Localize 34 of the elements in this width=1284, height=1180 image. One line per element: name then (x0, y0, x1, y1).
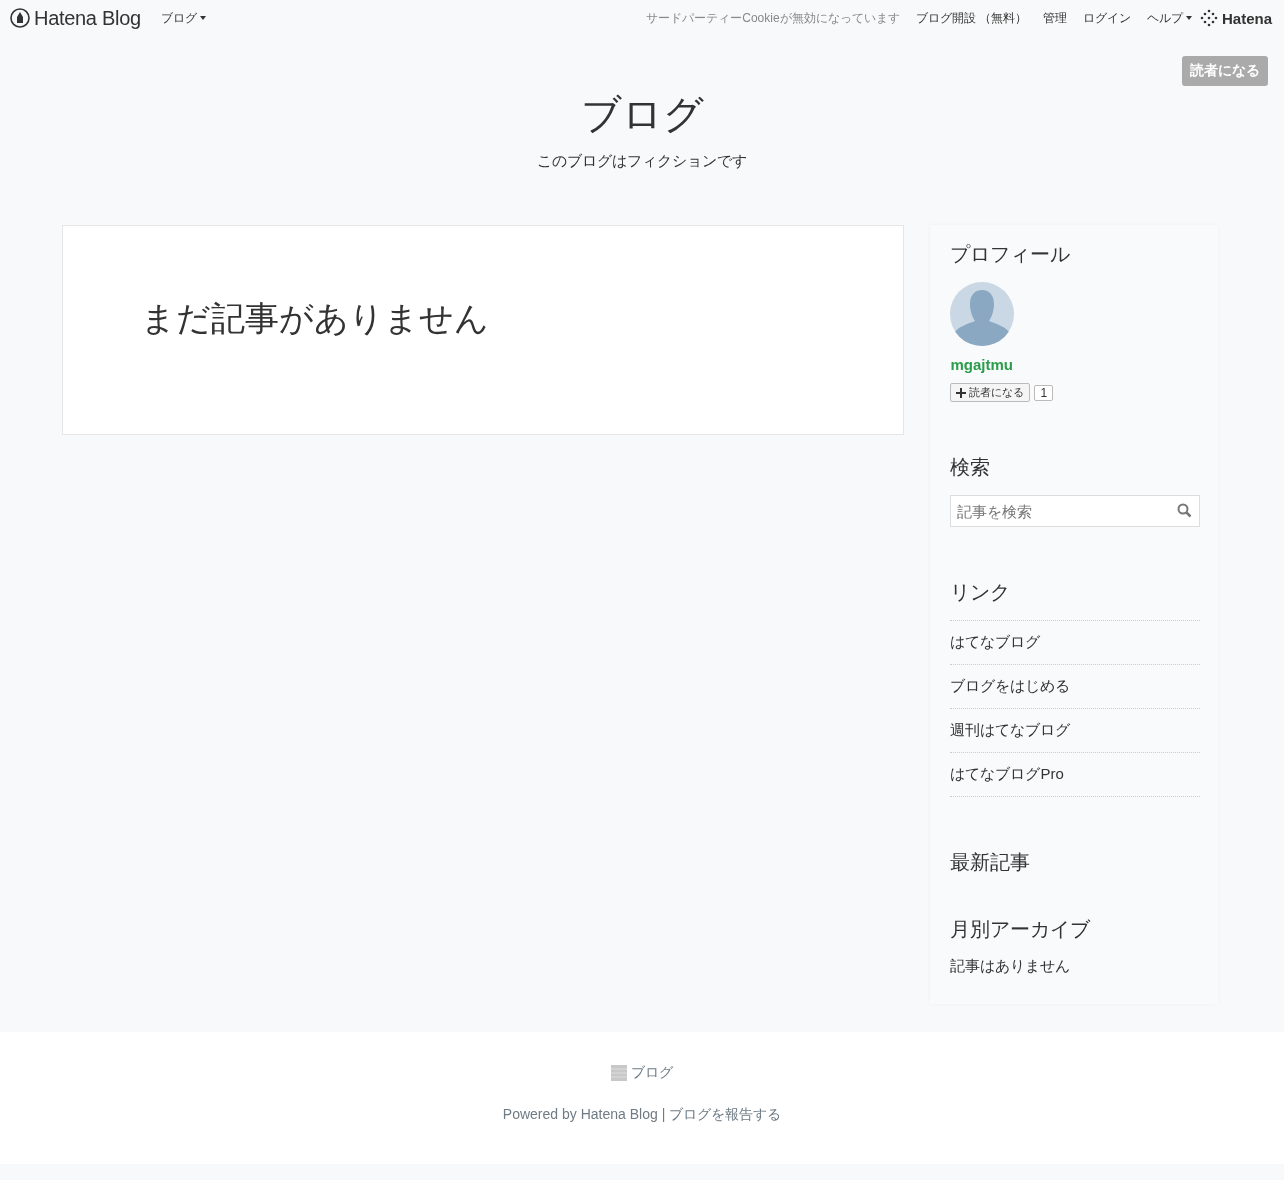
hatena-blog-link[interactable]: Hatena Blog (580, 1106, 658, 1122)
hatena-blog-logo[interactable]: Hatena Blog (10, 6, 141, 30)
blog-menu[interactable]: ブログ (160, 9, 206, 27)
subscriber-count: 1 (1034, 384, 1054, 401)
sidebar-link[interactable]: ブログをはじめる (950, 665, 1200, 709)
footer-blog-link[interactable]: ブログ (611, 1064, 673, 1082)
caret-icon (199, 16, 206, 20)
subscribe-button[interactable]: 読者になる (950, 383, 1031, 402)
widget-heading: 月別アーカイブ (950, 917, 1092, 942)
empty-message: まだ記事がありません (141, 298, 490, 339)
widget-heading: 最新記事 (950, 850, 1032, 875)
archive-empty-text: 記事はありません (950, 957, 1072, 976)
sidebar-link[interactable]: はてなブログPro (950, 753, 1200, 797)
blog-title: ブログ (579, 91, 705, 138)
hatena-logo[interactable]: Hatena (1199, 9, 1272, 27)
pen-nib-icon (10, 8, 30, 28)
widget-heading: 検索 (950, 455, 992, 480)
search-field[interactable]: 記事を検索 (950, 495, 1200, 527)
plus-icon (956, 387, 967, 398)
widget-heading: プロフィール (950, 242, 1072, 267)
dots-icon (1199, 9, 1218, 27)
footer-text: Powered by Hatena Blog | ブログを報告する (501, 1106, 783, 1124)
caret-icon (1185, 16, 1192, 20)
widget-heading: リンク (950, 580, 1012, 605)
help-menu[interactable]: ヘルプ (1146, 9, 1192, 27)
nav-link[interactable]: ログイン (1082, 10, 1131, 25)
sidebar-link[interactable]: はてなブログ (950, 621, 1200, 665)
search-icon (1177, 503, 1192, 518)
nav-link[interactable]: 管理 (1042, 10, 1067, 25)
report-link[interactable]: ブログを報告する (669, 1106, 782, 1122)
nav-link[interactable]: ブログ開設 （無料） (915, 10, 1027, 25)
blog-description: このブログはフィクションです (536, 152, 748, 171)
cookie-notice: サードパーティーCookieが無効になっています (646, 9, 900, 27)
sidebar-link[interactable]: 週刊はてなブログ (950, 709, 1200, 753)
